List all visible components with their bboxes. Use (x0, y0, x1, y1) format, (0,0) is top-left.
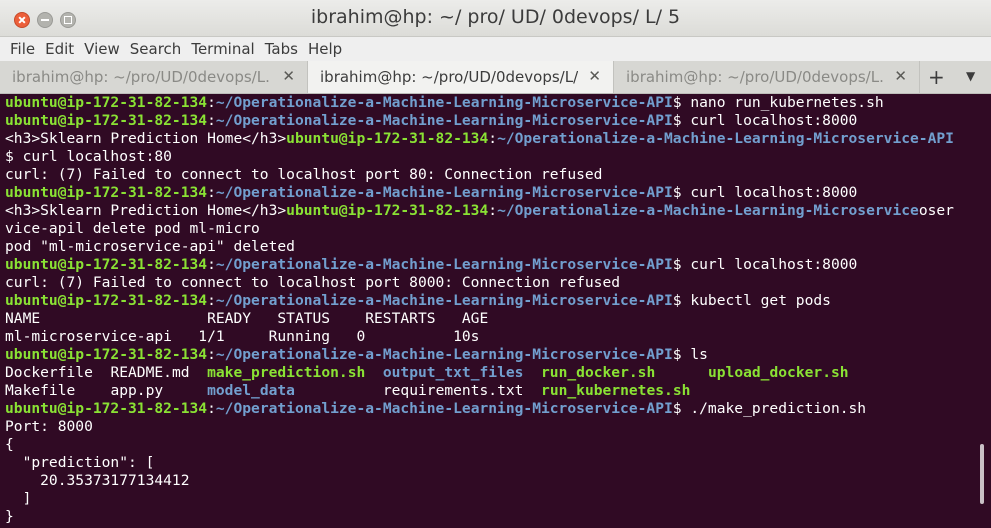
terminal-line: Makefile app.py model_data requirements.… (5, 382, 691, 399)
terminal-line: curl: (7) Failed to connect to localhost… (5, 274, 621, 291)
terminal-window: ibrahim@hp: ~/ pro/ UD/ 0devops/ L/ 5 Fi… (0, 0, 991, 528)
terminal-line: ] (5, 490, 32, 507)
tab-3[interactable]: ibrahim@hp: ~/pro/UD/0devops/L... ✕ (614, 61, 920, 93)
terminal-line: ubuntu@ip-172-31-82-134:~/Operationalize… (5, 94, 884, 111)
tab-bar: ibrahim@hp: ~/pro/UD/0devops/L... ✕ ibra… (0, 61, 991, 94)
menu-terminal[interactable]: Terminal (186, 40, 259, 58)
terminal-line: "prediction": [ (5, 454, 155, 471)
terminal-line: Port: 8000 (5, 418, 93, 435)
tab-menu-chevron-down-icon[interactable]: ▼ (966, 69, 975, 83)
tab-3-close-icon[interactable]: ✕ (894, 67, 907, 85)
terminal-line: 20.35373177134412 (5, 472, 190, 489)
terminal-line: curl: (7) Failed to connect to localhost… (5, 166, 603, 183)
title-bar: ibrahim@hp: ~/ pro/ UD/ 0devops/ L/ 5 (0, 0, 991, 37)
terminal-line: $ curl localhost:80 (5, 148, 172, 165)
window-title: ibrahim@hp: ~/ pro/ UD/ 0devops/ L/ 5 (310, 6, 681, 28)
menu-bar: File Edit View Search Terminal Tabs Help (0, 37, 991, 61)
terminal-line: pod "ml-microservice-api" deleted (5, 238, 295, 255)
tab-1[interactable]: ibrahim@hp: ~/pro/UD/0devops/L... ✕ (0, 61, 308, 93)
menu-edit[interactable]: Edit (40, 40, 79, 58)
terminal-line: <h3>Sklearn Prediction Home</h3>ubuntu@i… (5, 130, 954, 147)
terminal-line: ubuntu@ip-172-31-82-134:~/Operationalize… (5, 112, 858, 129)
tab-3-label: ibrahim@hp: ~/pro/UD/0devops/L... (626, 68, 884, 86)
terminal-line: ubuntu@ip-172-31-82-134:~/Operationalize… (5, 400, 867, 417)
terminal-line: { (5, 436, 14, 453)
menu-help[interactable]: Help (303, 40, 347, 58)
tab-2-close-icon[interactable]: ✕ (588, 67, 601, 85)
menu-search[interactable]: Search (125, 40, 187, 58)
menu-file[interactable]: File (0, 40, 40, 58)
terminal-line: Dockerfile README.md make_prediction.sh … (5, 364, 849, 381)
tab-2-label: ibrahim@hp: ~/pro/UD/0devops/L/5 (320, 68, 578, 86)
new-tab-plus-icon[interactable]: + (928, 65, 945, 89)
tab-1-close-icon[interactable]: ✕ (282, 67, 295, 85)
terminal-scrollbar[interactable] (980, 444, 984, 504)
terminal-line: <h3>Sklearn Prediction Home</h3>ubuntu@i… (5, 202, 954, 219)
tab-2[interactable]: ibrahim@hp: ~/pro/UD/0devops/L/5 ✕ (308, 61, 614, 93)
menu-view[interactable]: View (79, 40, 125, 58)
terminal-output[interactable]: ubuntu@ip-172-31-82-134:~/Operationalize… (0, 94, 991, 528)
terminal-line: ubuntu@ip-172-31-82-134:~/Operationalize… (5, 256, 858, 273)
terminal-line: } (5, 508, 14, 525)
terminal-line: ubuntu@ip-172-31-82-134:~/Operationalize… (5, 184, 858, 201)
menu-tabs[interactable]: Tabs (260, 40, 303, 58)
terminal-line: ubuntu@ip-172-31-82-134:~/Operationalize… (5, 292, 831, 309)
terminal-line: NAME READY STATUS RESTARTS AGE (5, 310, 489, 327)
terminal-line: ubuntu@ip-172-31-82-134:~/Operationalize… (5, 346, 708, 363)
terminal-line: vice-apil delete pod ml-micro (5, 220, 260, 237)
terminal-line: ml-microservice-api 1/1 Running 0 10s (5, 328, 480, 345)
tab-1-label: ibrahim@hp: ~/pro/UD/0devops/L... (12, 68, 270, 86)
